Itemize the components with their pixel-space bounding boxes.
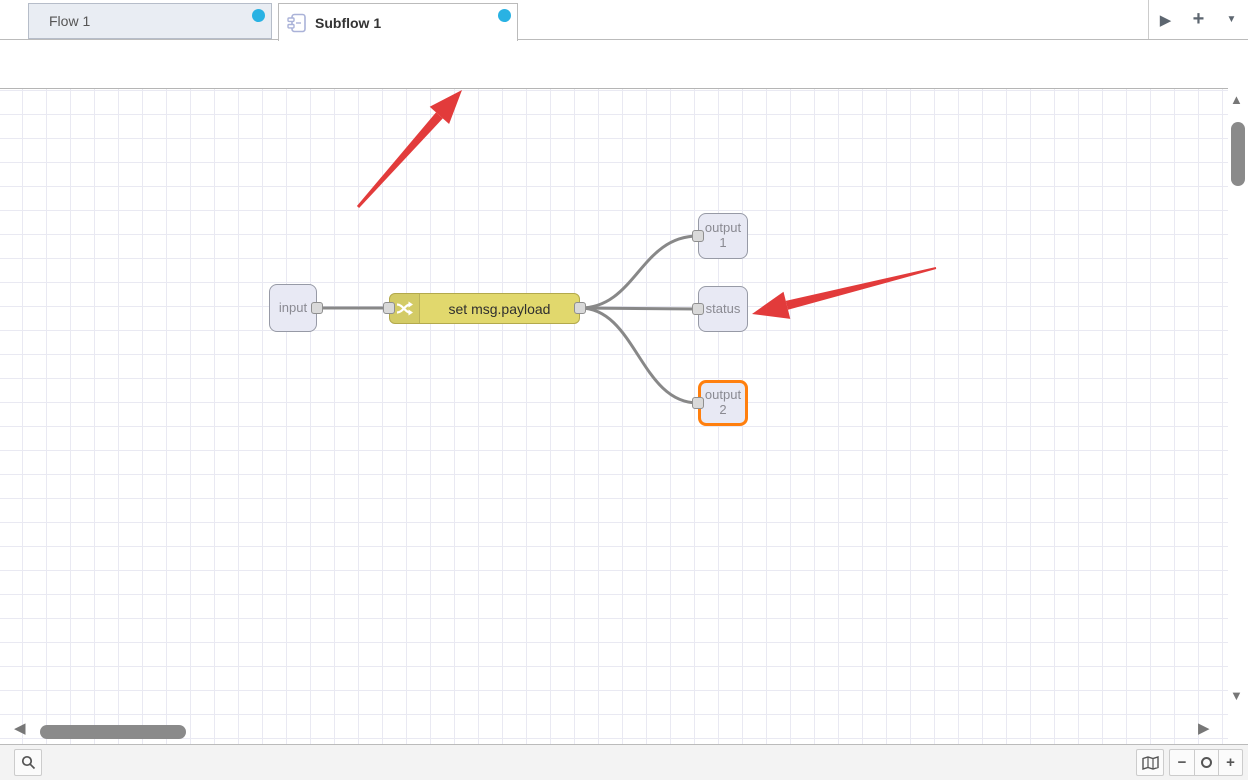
zoom-in-button[interactable]: + xyxy=(1218,750,1242,775)
search-icon xyxy=(21,755,36,770)
node-change-set-msg-payload[interactable]: set msg.payload xyxy=(389,293,580,324)
next-tab-button[interactable]: ▶ xyxy=(1153,11,1179,29)
node-output1-number: 1 xyxy=(719,236,726,251)
minimap-button[interactable] xyxy=(1136,749,1164,776)
node-red-editor: Flow 1 Subflow 1 ▶ + ▼ ✎ edit properties… xyxy=(0,0,1248,780)
port-function-out[interactable] xyxy=(574,302,586,314)
flow-list-button[interactable]: ▼ xyxy=(1219,14,1245,25)
node-input[interactable]: input xyxy=(269,284,317,332)
vertical-scrollbar: ▲ ▼ xyxy=(1228,88,1248,744)
node-input-label: input xyxy=(279,301,307,316)
zoom-reset-button[interactable] xyxy=(1194,750,1218,775)
map-icon xyxy=(1142,756,1159,770)
tab-subflow-1-label: Subflow 1 xyxy=(315,15,381,31)
add-flow-button[interactable]: + xyxy=(1186,8,1212,31)
tab-flow-1-label: Flow 1 xyxy=(49,13,90,29)
vscroll-thumb[interactable] xyxy=(1231,122,1245,186)
search-button[interactable] xyxy=(14,749,42,776)
hscroll-right-arrow[interactable]: ▶ xyxy=(1198,719,1210,737)
subflow-toolbar: ✎ edit properties inputs: 0 1 outputs: −… xyxy=(0,40,1248,88)
modified-dot xyxy=(498,9,511,22)
wire-function-to-output2[interactable] xyxy=(580,308,698,403)
zoom-out-button[interactable]: − xyxy=(1170,750,1194,775)
node-status[interactable]: status xyxy=(698,286,748,332)
flow-canvas[interactable]: input set msg.payload output 1 status ou… xyxy=(0,88,1228,744)
node-output-1[interactable]: output 1 xyxy=(698,213,748,259)
editor-footer: − + xyxy=(0,744,1248,780)
vscroll-down-arrow[interactable]: ▼ xyxy=(1230,688,1243,703)
workspace-tab-bar: Flow 1 Subflow 1 ▶ + ▼ xyxy=(0,0,1248,40)
node-output1-label: output xyxy=(705,221,741,236)
zoom-reset-icon xyxy=(1201,757,1212,768)
node-output2-number: 2 xyxy=(719,403,726,418)
tab-flow-1[interactable]: Flow 1 xyxy=(28,3,272,39)
node-function-label: set msg.payload xyxy=(420,301,579,317)
wire-function-to-status[interactable] xyxy=(580,308,698,309)
port-output2-in[interactable] xyxy=(692,397,704,409)
zoom-controls: − + xyxy=(1169,749,1243,776)
modified-dot xyxy=(252,9,265,22)
hscroll-thumb[interactable] xyxy=(40,725,186,739)
port-output1-in[interactable] xyxy=(692,230,704,242)
tab-bar-controls: ▶ + ▼ xyxy=(1148,0,1248,39)
vscroll-up-arrow[interactable]: ▲ xyxy=(1230,92,1243,107)
node-output-2-selected[interactable]: output 2 xyxy=(698,380,748,426)
hscroll-left-arrow[interactable]: ◀ xyxy=(14,719,26,737)
subflow-icon xyxy=(287,13,307,33)
port-function-in[interactable] xyxy=(383,302,395,314)
wire-function-to-output1[interactable] xyxy=(580,236,698,308)
tab-subflow-1[interactable]: Subflow 1 xyxy=(278,3,518,41)
shuffle-icon xyxy=(396,301,413,316)
wire-layer xyxy=(0,89,1228,745)
node-status-label: status xyxy=(706,302,741,317)
node-output2-label: output xyxy=(705,388,741,403)
port-input-out[interactable] xyxy=(311,302,323,314)
port-status-in[interactable] xyxy=(692,303,704,315)
